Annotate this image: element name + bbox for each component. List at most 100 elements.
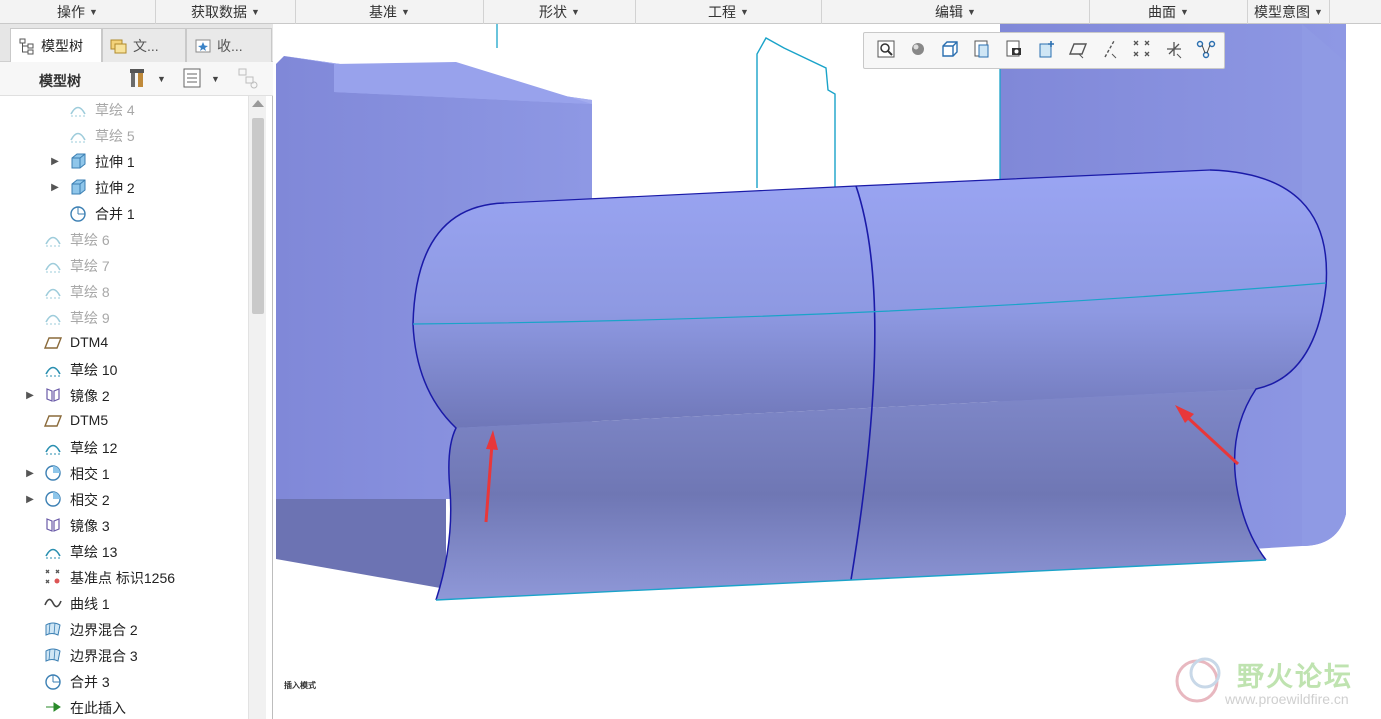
csys-display-button[interactable]: [1158, 37, 1190, 65]
expand-arrow-icon[interactable]: ▶: [50, 155, 60, 167]
tree-item[interactable]: ▶ 拉伸 2: [0, 174, 248, 200]
intersect-icon: [43, 489, 63, 509]
tree-item[interactable]: 合并 3: [0, 668, 248, 694]
watermark: 野火论坛 www.proewildfire.cn: [1169, 651, 1379, 713]
tree-item[interactable]: ▶ 相交 2: [0, 486, 248, 512]
tree-item[interactable]: 草绘 4: [0, 96, 248, 122]
tree-item[interactable]: 镜像 3: [0, 512, 248, 538]
saved-orientations-button[interactable]: [966, 37, 998, 65]
tab-model-tree-label: 模型树: [41, 38, 83, 54]
tree-item-label: 相交 2: [70, 492, 110, 508]
tree-item-label: 草绘 10: [70, 362, 118, 378]
scroll-up-icon[interactable]: [252, 100, 264, 107]
model-tree-list: 草绘 4 草绘 5 ▶ 拉伸 1 ▶ 拉伸 2 合并 1 草绘 6 草绘 7 草绘 8 草绘 9 DT…: [0, 96, 248, 719]
scroll-thumb[interactable]: [252, 118, 264, 314]
favorites-icon: [193, 36, 213, 56]
tree-item-label: 草绘 9: [70, 310, 110, 326]
tab-folder-label: 文...: [133, 37, 159, 54]
expand-arrow-icon[interactable]: ▶: [25, 467, 35, 479]
ribbon-group-4[interactable]: 形状 ▼: [484, 0, 636, 24]
expand-arrow-icon[interactable]: ▶: [50, 181, 60, 193]
view-toolbar: [863, 32, 1225, 69]
shading-button[interactable]: [902, 37, 934, 65]
saved-orientations-icon: [971, 38, 993, 63]
tree-item[interactable]: 曲线 1: [0, 590, 248, 616]
ribbon-group-label: 工程: [708, 4, 737, 20]
annotation-display-button[interactable]: [1190, 37, 1222, 65]
sketch-icon: [43, 255, 63, 275]
display-style-button[interactable]: [934, 37, 966, 65]
insert-here-icon: [43, 697, 63, 717]
graphics-viewport[interactable]: 插入模式 野火论坛 www.proewildfire.cn: [276, 24, 1381, 719]
perspective-icon: [1035, 38, 1057, 63]
sketch-icon: [43, 281, 63, 301]
display-style-icon: [939, 38, 961, 63]
watermark-title: 野火论坛: [1237, 662, 1353, 692]
refit-icon: [875, 38, 897, 63]
perspective-button[interactable]: [1030, 37, 1062, 65]
curve-icon: [43, 593, 63, 613]
tree-item[interactable]: 草绘 12: [0, 434, 248, 460]
datum-plane-display-icon: [1067, 38, 1089, 63]
datum-axis-display-button[interactable]: [1094, 37, 1126, 65]
tree-item[interactable]: 草绘 6: [0, 226, 248, 252]
tree-item-label: DTM4: [70, 334, 109, 350]
tree-scrollbar[interactable]: [248, 96, 266, 719]
tree-item[interactable]: 草绘 8: [0, 278, 248, 304]
view-manager-icon: [1003, 38, 1025, 63]
refit-button[interactable]: [870, 37, 902, 65]
ribbon-group-8[interactable]: 模型意图 ▼: [1248, 0, 1330, 24]
show-options-button[interactable]: ▼: [181, 67, 220, 91]
expand-arrow-icon[interactable]: ▶: [25, 389, 35, 401]
sketch-icon: [43, 229, 63, 249]
tree-item[interactable]: 合并 1: [0, 200, 248, 226]
tree-item[interactable]: 边界混合 3: [0, 642, 248, 668]
tree-item[interactable]: 草绘 9: [0, 304, 248, 330]
ribbon-group-2[interactable]: 获取数据 ▼: [156, 0, 296, 24]
ribbon-group-1[interactable]: 操作 ▼: [0, 0, 156, 24]
tree-item-label: 草绘 7: [70, 258, 110, 274]
csys-display-icon: [1163, 38, 1185, 63]
ribbon-group-6[interactable]: 编辑 ▼: [822, 0, 1090, 24]
chevron-down-icon: ▼: [967, 7, 976, 17]
tree-item[interactable]: ▶ 拉伸 1: [0, 148, 248, 174]
datum-point-display-button[interactable]: [1126, 37, 1158, 65]
tree-item[interactable]: 草绘 5: [0, 122, 248, 148]
ribbon-group-7[interactable]: 曲面 ▼: [1090, 0, 1248, 24]
tab-favorites[interactable]: 收...: [186, 28, 272, 62]
model-scene[interactable]: [276, 24, 1381, 719]
tree-item[interactable]: ▶ 相交 1: [0, 460, 248, 486]
expand-arrow-icon[interactable]: ▶: [25, 493, 35, 505]
tree-item[interactable]: 在此插入: [0, 694, 248, 719]
annotation-display-icon: [1195, 38, 1217, 63]
tree-item-label: 拉伸 2: [95, 180, 135, 196]
view-manager-button[interactable]: [998, 37, 1030, 65]
watermark-url: www.proewildfire.cn: [1225, 691, 1349, 707]
tab-folder-browser[interactable]: 文...: [102, 28, 186, 62]
tree-item[interactable]: 草绘 13: [0, 538, 248, 564]
tree-item-label: 草绘 8: [70, 284, 110, 300]
tree-item-label: 草绘 5: [95, 128, 135, 144]
ribbon-group-3[interactable]: 基准 ▼: [296, 0, 484, 24]
datum-axis-display-icon: [1099, 38, 1121, 63]
tree-item[interactable]: 草绘 10: [0, 356, 248, 382]
chevron-down-icon: ▼: [211, 74, 220, 84]
settings-tools-button[interactable]: ▼: [127, 67, 166, 91]
tree-item[interactable]: ▶ 镜像 2: [0, 382, 248, 408]
sketch-curve[interactable]: [756, 37, 836, 188]
tree-filter-button[interactable]: [236, 67, 260, 91]
tree-item[interactable]: 基准点 标识1256: [0, 564, 248, 590]
ribbon-group-5[interactable]: 工程 ▼: [636, 0, 822, 24]
tab-model-tree[interactable]: 模型树: [10, 28, 102, 63]
sketch-icon: [43, 359, 63, 379]
tree-item[interactable]: DTM4: [0, 330, 248, 356]
mirror-icon: [43, 385, 63, 405]
tree-item[interactable]: 边界混合 2: [0, 616, 248, 642]
boundary-blend-surface-upper[interactable]: [413, 170, 1327, 428]
chevron-down-icon: ▼: [89, 7, 98, 17]
datum-plane-display-button[interactable]: [1062, 37, 1094, 65]
tree-item[interactable]: 草绘 7: [0, 252, 248, 278]
ribbon-group-label: 形状: [539, 4, 568, 20]
tree-item-label: DTM5: [70, 412, 109, 428]
tree-item[interactable]: DTM5: [0, 408, 248, 434]
